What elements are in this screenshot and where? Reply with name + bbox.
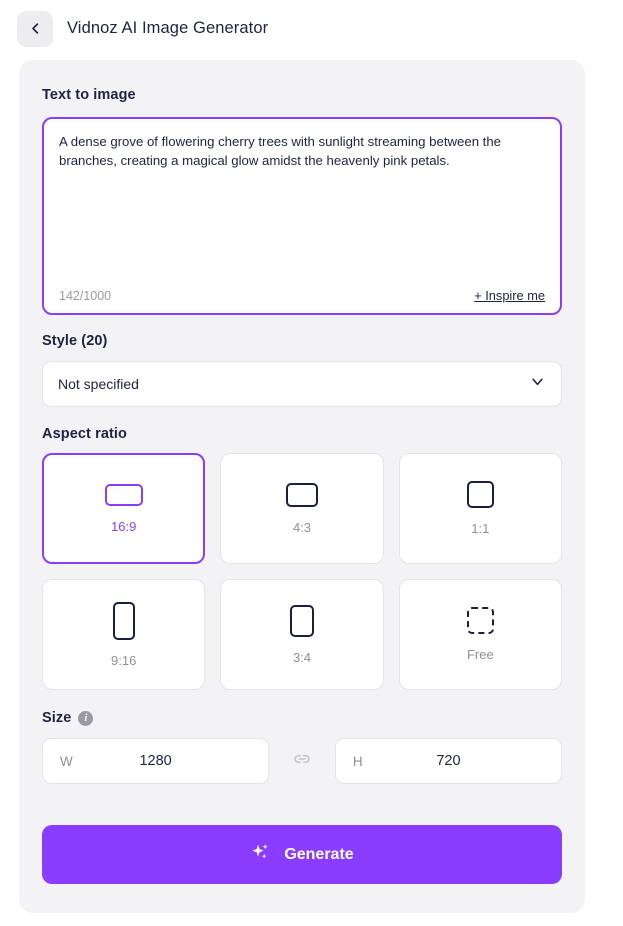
aspect-ratio-card-label: 4:3 [292, 519, 312, 535]
aspect-ratio-card-label: 16:9 [111, 518, 137, 534]
aspect-ratio-card-free[interactable]: Free [398, 579, 562, 690]
style-label: Style (20) [42, 333, 108, 349]
aspect-ratio-card-label: 1:1 [471, 521, 490, 536]
generate-button[interactable]: Generate [42, 825, 562, 884]
prompt-footer: 142/1000 + Inspire me [59, 283, 545, 303]
aspect-ratio-shape-icon [466, 481, 494, 508]
text-to-image-label: Text to image [42, 87, 136, 103]
aspect-ratio-shape-icon [466, 607, 494, 634]
app-header: Vidnoz AI Image Generator [0, 0, 623, 57]
height-input[interactable] [335, 739, 561, 783]
aspect-ratio-card-1-1[interactable]: 1:1 [398, 453, 562, 564]
aspect-ratio-card-4-3[interactable]: 4:3 [220, 453, 384, 564]
width-input[interactable] [43, 739, 269, 783]
character-counter: 142/1000 [59, 289, 112, 303]
info-icon[interactable]: i [78, 710, 94, 726]
inspire-me-link[interactable]: + Inspire me [474, 288, 545, 303]
aspect-ratio-shape-icon [112, 601, 135, 640]
aspect-ratio-card-9-16[interactable]: 9:16 [42, 579, 206, 690]
chain-link-icon [291, 748, 313, 775]
aspect-ratio-card-16-9[interactable]: 16:9 [42, 453, 206, 564]
size-inputs: W H [42, 738, 562, 784]
generator-panel: Text to image 142/1000 + Inspire me Styl… [19, 60, 585, 913]
chevron-down-icon [529, 373, 546, 395]
prompt-container[interactable]: 142/1000 + Inspire me [42, 117, 562, 315]
aspect-ratio-label: Aspect ratio [42, 426, 127, 442]
page-title: Vidnoz AI Image Generator [67, 19, 269, 37]
aspect-ratio-card-label: 3:4 [292, 649, 312, 665]
width-field[interactable]: W [42, 738, 270, 784]
aspect-ratio-card-label: Free [466, 647, 494, 662]
size-label: Size [42, 710, 72, 726]
aspect-ratio-card-3-4[interactable]: 3:4 [220, 579, 384, 690]
sparkle-icon [250, 842, 271, 868]
link-ratio-toggle[interactable] [269, 748, 335, 775]
generate-button-label: Generate [284, 845, 354, 863]
prompt-input[interactable] [59, 132, 545, 283]
chevron-left-icon [28, 21, 43, 36]
size-row: Size i [42, 710, 562, 726]
aspect-ratio-card-label: 9:16 [111, 652, 137, 668]
height-field[interactable]: H [334, 738, 562, 784]
aspect-ratio-shape-icon [285, 482, 318, 507]
back-button[interactable] [17, 10, 53, 47]
style-select[interactable]: Not specified [42, 361, 562, 407]
style-selected-value: Not specified [58, 376, 139, 392]
aspect-ratio-shape-icon [104, 483, 143, 506]
aspect-ratio-shape-icon [289, 604, 314, 637]
aspect-ratio-grid: 16:9 4:3 1:1 9:16 3:4 Free [42, 453, 562, 690]
